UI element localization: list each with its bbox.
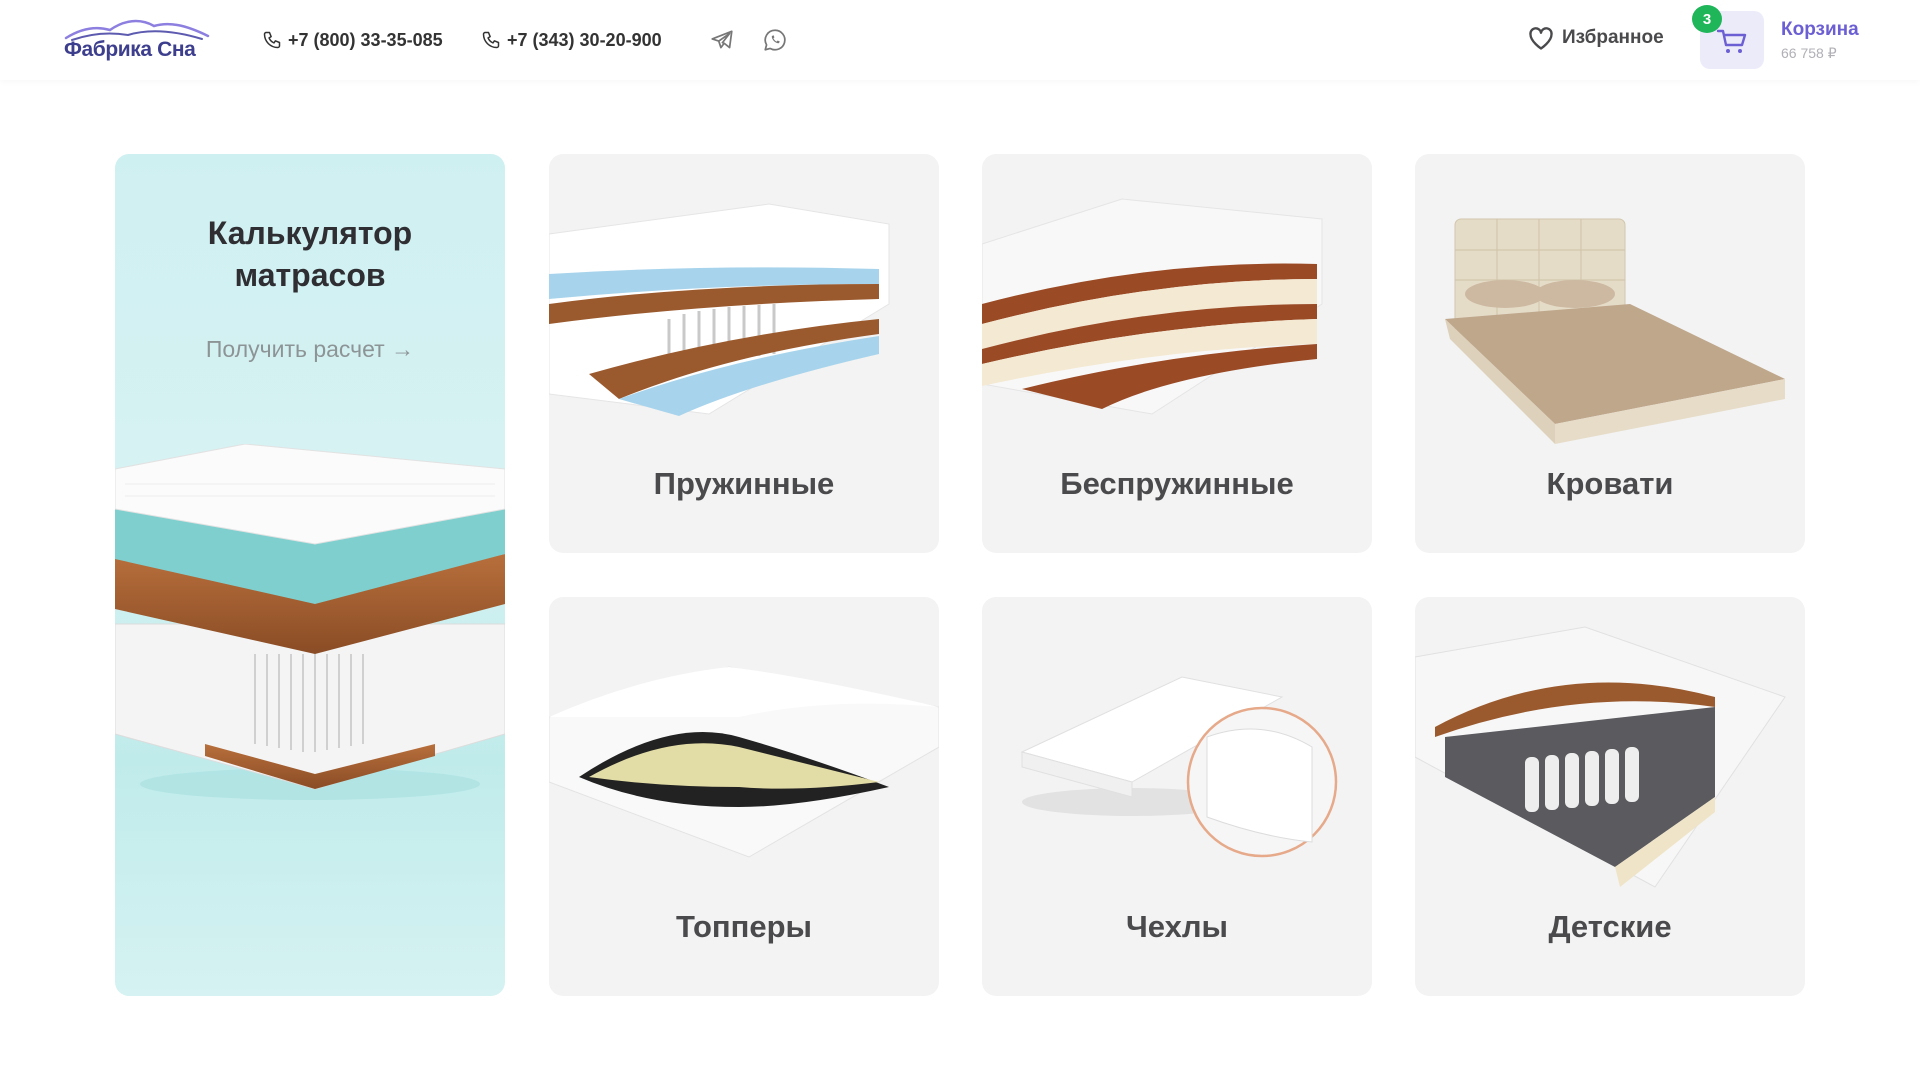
category-label: Кровати (1546, 466, 1674, 501)
whatsapp-link[interactable] (762, 27, 788, 53)
topper-image (549, 666, 939, 858)
site-header: Фабрика Сна +7 (800) 33-35-085 +7 (343) … (0, 0, 1920, 80)
springless-mattress-image (982, 198, 1323, 415)
category-label: Пружинные (653, 466, 835, 501)
category-card-beds[interactable]: Кровати (1415, 154, 1805, 553)
category-card-springless[interactable]: Беспружинные (982, 154, 1372, 553)
favorites-link[interactable]: Избранное (1527, 25, 1664, 51)
logo-text: Фабрика Сна (64, 38, 196, 61)
cart-count-badge: 3 (1692, 5, 1722, 33)
phone-link-2[interactable]: +7 (343) 30-20-900 (481, 28, 662, 52)
spring-mattress-image (549, 203, 890, 416)
mattress-cover-image (1020, 676, 1338, 858)
category-card-kids[interactable]: Детские (1415, 597, 1805, 996)
phone-icon (263, 31, 281, 49)
category-label: Детские (1548, 909, 1672, 944)
calculator-link[interactable]: Получить расчет → (115, 336, 505, 363)
calculator-title: Калькулятор матрасов (115, 212, 505, 296)
category-card-toppers[interactable]: Топперы (549, 597, 939, 996)
mattress-layers-image (115, 444, 505, 800)
kids-mattress-image (1415, 626, 1786, 888)
heart-icon (1529, 27, 1553, 50)
logo[interactable]: Фабрика Сна (62, 16, 214, 62)
favorites-label: Избранное (1562, 27, 1664, 48)
whatsapp-icon (764, 29, 786, 51)
phone-icon (482, 31, 500, 49)
phone-number: +7 (343) 30-20-900 (507, 29, 662, 50)
phone-number: +7 (800) 33-35-085 (288, 29, 443, 50)
calculator-title-line: Калькулятор (207, 215, 413, 251)
category-label: Чехлы (1125, 909, 1229, 944)
bed-image (1445, 218, 1785, 444)
cart-total: 66 758 ₽ (1781, 45, 1837, 61)
telegram-icon (711, 30, 733, 49)
category-label: Беспружинные (1060, 466, 1294, 501)
category-card-covers[interactable]: Чехлы (982, 597, 1372, 996)
cart-icon (1716, 29, 1747, 53)
category-card-spring[interactable]: Пружинные (549, 154, 939, 553)
category-label: Топперы (675, 909, 813, 944)
mattress-calculator-card[interactable]: Калькулятор матрасов Получить расчет → (115, 154, 505, 996)
cart-label[interactable]: Корзина (1781, 19, 1859, 41)
telegram-link[interactable] (709, 27, 735, 53)
calculator-title-line: матрасов (234, 257, 386, 293)
phone-link-1[interactable]: +7 (800) 33-35-085 (262, 28, 443, 52)
